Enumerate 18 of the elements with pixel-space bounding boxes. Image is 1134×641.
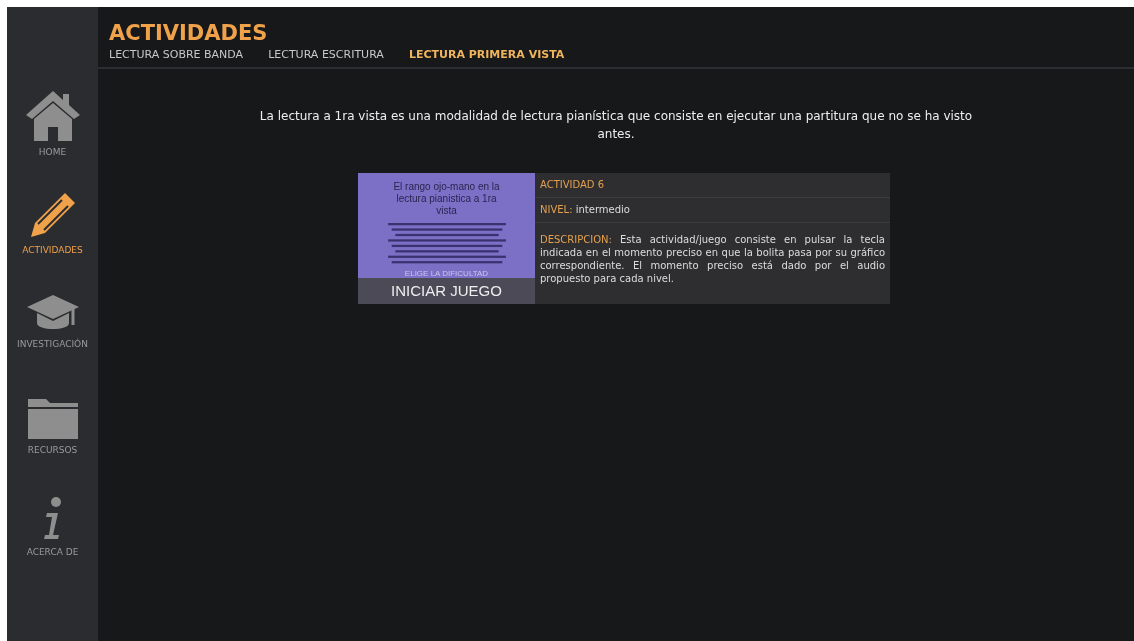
activity-name: ACTIVIDAD 6 xyxy=(540,179,605,190)
sidebar-item[interactable]: ACTIVIDADES xyxy=(7,191,98,269)
sidebar-item[interactable]: ACERCA DE xyxy=(7,497,98,575)
difficulty-hint: ELIGE LA DIFICULTAD xyxy=(404,268,489,278)
activity-description: DESCRIPCION: Esta actividad/juego consiste en pulsar la tecla indicada en el momento preciso en que la bolita pasa por su gráfico correspondiente. El momento preciso está dado por el audio propuesto para cada nivel. xyxy=(539,233,886,286)
tab[interactable]: LECTURA SOBRE BANDA xyxy=(109,48,244,61)
page-title: ACTIVIDADES xyxy=(109,21,269,45)
level-label: NIVEL: xyxy=(540,204,573,215)
intro-text: La lectura a 1ra vista es una modalidad de lectura pianística que consiste en ejecutar una partitura que no se ha visto antes. xyxy=(258,108,974,143)
sidebar-item[interactable]: RECURSOS xyxy=(7,395,98,473)
level-value: intermedio xyxy=(575,204,630,215)
sidebar-item[interactable]: HOME xyxy=(7,89,98,167)
thumbnail-title: El rango ojo-mano en la lectura pianistica a 1ra vista xyxy=(392,181,501,217)
tab[interactable]: LECTURA PRIMERA VISTA xyxy=(408,48,565,61)
tab[interactable]: LECTURA ESCRITURA xyxy=(268,48,384,61)
pencil-icon xyxy=(28,191,77,239)
start-game-button[interactable]: INICIAR JUEGO xyxy=(358,277,535,304)
sidebar-item[interactable]: INVESTIGACIÓN xyxy=(7,293,98,371)
